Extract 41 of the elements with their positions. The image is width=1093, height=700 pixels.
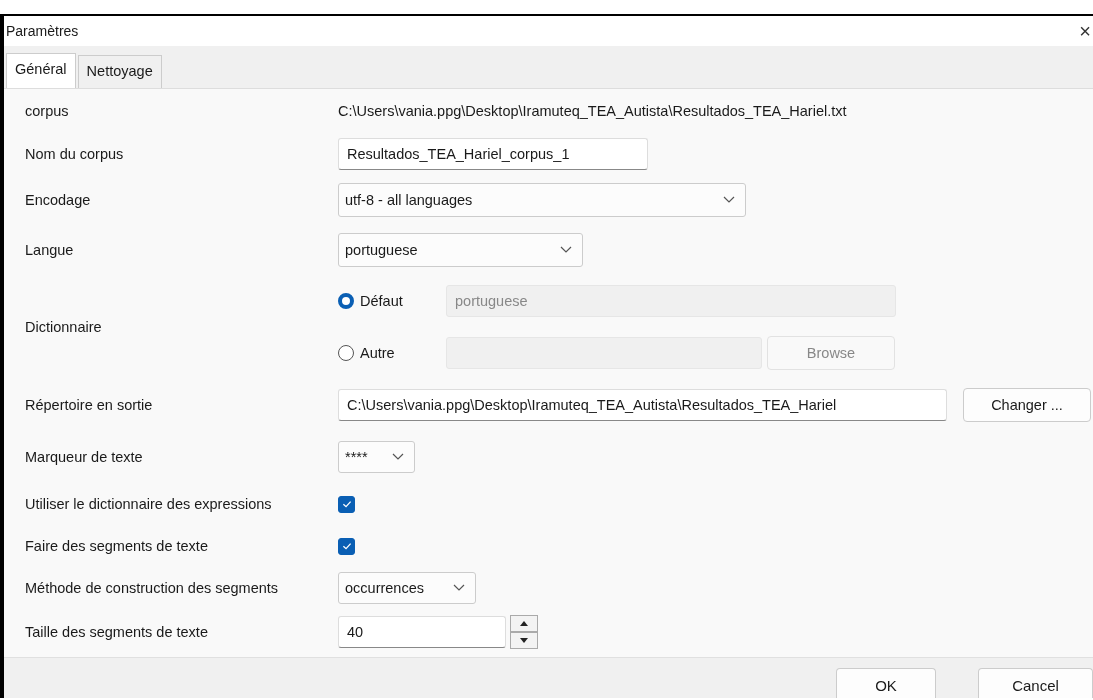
caret-icon [392,453,404,461]
caret-icon [453,584,465,592]
field-label: Faire des segments de texte [25,538,209,554]
tab[interactable]: Général [6,53,76,88]
dropdown[interactable]: **** [338,441,415,473]
field-label: Nom du corpus [25,146,125,162]
field-label: corpus [25,103,70,119]
checkbox[interactable] [338,537,355,555]
dropdown-value: portuguese [345,242,418,258]
radio-label[interactable]: Autre [360,345,446,361]
dropdown-value: occurrences [345,580,424,596]
change-button[interactable]: Changer ... [963,388,1091,422]
dropdown[interactable]: utf-8 - all languages [338,183,746,217]
window-title: Paramètres [6,23,79,39]
path-text: C:\Users\vania.ppg\Desktop\Iramuteq_TEA_Autista\Resultados_TEA_Hariel.txt [338,103,847,119]
field-label: Méthode de construction des segments [25,580,280,596]
dropdown-value: **** [345,449,368,465]
input-field[interactable]: Resultados_TEA_Hariel_corpus_1 [338,138,648,170]
field-label: Langue [25,242,75,258]
field-label: Utiliser le dictionnaire des expressions [25,496,273,512]
field-label: Répertoire en sortie [25,397,154,413]
radio-button[interactable] [338,293,354,309]
checkbox[interactable] [338,495,355,513]
dialog-button[interactable]: Cancel [978,668,1093,698]
caret-icon [560,246,572,254]
spin-buttons[interactable] [510,615,538,649]
radio-label[interactable]: Défaut [360,293,446,309]
input-field[interactable]: 40 [338,616,506,648]
tab[interactable]: Nettoyage [77,55,162,88]
dialog-button[interactable]: OK [836,668,936,698]
input-field[interactable]: C:\Users\vania.ppg\Desktop\Iramuteq_TEA_Autista\Resultados_TEA_Hariel [338,389,947,421]
field-label: Taille des segments de texte [25,624,209,640]
field-label: Dictionnaire [25,319,103,335]
dropdown-value: utf-8 - all languages [345,192,473,208]
field-label: Marqueur de texte [25,449,144,465]
field-label: Encodage [25,192,92,208]
dropdown[interactable]: portuguese [338,233,583,267]
close-button[interactable]: × [1075,19,1091,43]
radio-button[interactable] [338,345,354,361]
dropdown[interactable]: occurrences [338,572,476,604]
caret-icon [723,196,735,204]
